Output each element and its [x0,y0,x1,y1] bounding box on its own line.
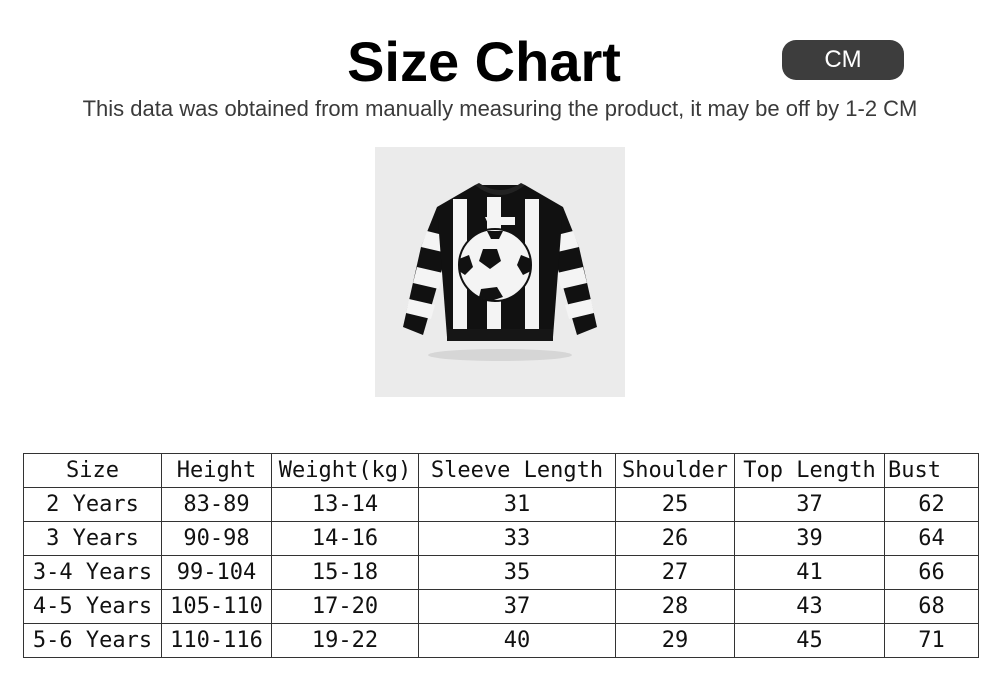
table-row: 5-6 Years 110-116 19-22 40 29 45 71 [23,623,979,658]
table-row: 3-4 Years 99-104 15-18 35 27 41 66 [23,555,979,590]
cell-bust: 62 [884,487,979,522]
cell-height: 83-89 [161,487,272,522]
unit-toggle-button[interactable]: CM [782,40,904,80]
cell-bust: 68 [884,589,979,624]
cell-top-length: 45 [734,623,885,658]
cell-height: 105-110 [161,589,272,624]
cell-shoulder: 25 [615,487,735,522]
column-header-size: Size [23,453,162,488]
cell-size: 2 Years [23,487,162,522]
cell-weight: 14-16 [271,521,419,556]
cell-size: 3 Years [23,521,162,556]
cell-sleeve-length: 31 [418,487,616,522]
cell-sleeve-length: 37 [418,589,616,624]
column-header-sleeve-length: Sleeve Length [418,453,616,488]
column-header-shoulder: Shoulder [615,453,735,488]
cell-bust: 66 [884,555,979,590]
table-header-row: Size Height Weight(kg) Sleeve Length Sho… [23,453,979,488]
table-row: 3 Years 90-98 14-16 33 26 39 64 [23,521,979,556]
column-header-bust: Bust [884,453,979,488]
sweater-illustration [403,183,597,361]
cell-size: 3-4 Years [23,555,162,590]
cell-top-length: 43 [734,589,885,624]
cell-size: 5-6 Years [23,623,162,658]
cell-sleeve-length: 35 [418,555,616,590]
table-row: 2 Years 83-89 13-14 31 25 37 62 [23,487,979,522]
cell-bust: 64 [884,521,979,556]
cell-shoulder: 26 [615,521,735,556]
cell-sleeve-length: 33 [418,521,616,556]
column-header-top-length: Top Length [734,453,885,488]
cell-shoulder: 29 [615,623,735,658]
cell-height: 90-98 [161,521,272,556]
cell-shoulder: 28 [615,589,735,624]
cell-sleeve-length: 40 [418,623,616,658]
cell-weight: 17-20 [271,589,419,624]
cell-shoulder: 27 [615,555,735,590]
cell-top-length: 37 [734,487,885,522]
cell-top-length: 39 [734,521,885,556]
cell-size: 4-5 Years [23,589,162,624]
column-header-height: Height [161,453,272,488]
cell-weight: 19-22 [271,623,419,658]
table-row: 4-5 Years 105-110 17-20 37 28 43 68 [23,589,979,624]
size-chart-table: Size Height Weight(kg) Sleeve Length Sho… [23,453,979,658]
cell-height: 110-116 [161,623,272,658]
soccer-ball-icon [458,228,532,302]
cell-weight: 13-14 [271,487,419,522]
column-header-weight: Weight(kg) [271,453,419,488]
cell-bust: 71 [884,623,979,658]
cell-height: 99-104 [161,555,272,590]
product-image [375,147,625,397]
cell-weight: 15-18 [271,555,419,590]
measurement-disclaimer: This data was obtained from manually mea… [82,96,918,121]
cell-top-length: 41 [734,555,885,590]
